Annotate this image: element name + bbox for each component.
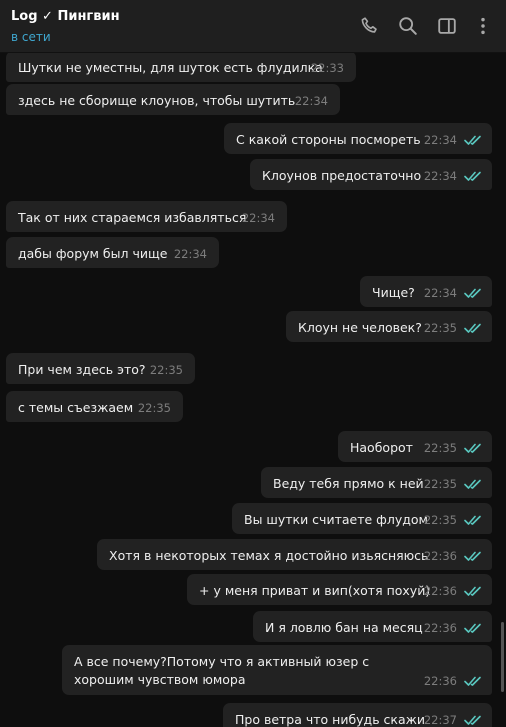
message-text: Так от них стараемся избавляться bbox=[18, 210, 247, 225]
message-bubble-out[interactable]: Клоунов предостаточно 22:34 bbox=[250, 159, 492, 190]
message-text: здесь не сборище клоунов, чтобы шутить bbox=[18, 93, 296, 108]
message-text: с темы съезжаем bbox=[18, 400, 134, 415]
message-time: 22:35 bbox=[423, 513, 457, 527]
message-text: Клоун не человек? bbox=[298, 320, 422, 335]
message-bubble-in[interactable]: дабы форум был чище 22:34 bbox=[6, 237, 219, 268]
message-time: 22:37 bbox=[423, 713, 457, 727]
message-bubble-out[interactable]: + у меня приват и вип(хотя похуй) 22:36 bbox=[187, 574, 492, 605]
message-time: 22:34 bbox=[423, 286, 457, 300]
phone-icon[interactable] bbox=[359, 15, 381, 37]
message-bubble-in[interactable]: При чем здесь это? 22:35 bbox=[6, 353, 195, 384]
message-bubble-out[interactable]: Чище? 22:34 bbox=[360, 276, 492, 307]
chat-title[interactable]: Log ✓ Пингвин bbox=[11, 9, 120, 24]
read-checkmarks-icon bbox=[464, 550, 482, 562]
message-time: 22:34 bbox=[241, 211, 275, 225]
message-time: 22:36 bbox=[423, 549, 457, 563]
read-checkmarks-icon bbox=[464, 675, 482, 687]
read-checkmarks-icon bbox=[464, 622, 482, 634]
read-checkmarks-icon bbox=[464, 514, 482, 526]
message-time: 22:36 bbox=[423, 674, 457, 688]
message-list[interactable]: Шутки не уместны, для шуток есть флудилк… bbox=[0, 53, 506, 727]
message-time: 22:33 bbox=[310, 61, 344, 75]
read-checkmarks-icon bbox=[464, 170, 482, 182]
read-checkmarks-icon bbox=[464, 322, 482, 334]
message-bubble-in[interactable]: здесь не сборище клоунов, чтобы шутить 22… bbox=[6, 84, 340, 115]
message-bubble-out[interactable]: С какой стороны посмореть 22:34 bbox=[224, 123, 492, 154]
message-text: При чем здесь это? bbox=[18, 362, 146, 377]
message-time: 22:35 bbox=[423, 321, 457, 335]
message-time: 22:35 bbox=[423, 477, 457, 491]
message-text: + у меня приват и вип(хотя похуй) bbox=[199, 583, 431, 598]
read-checkmarks-icon bbox=[464, 442, 482, 454]
message-text: дабы форум был чище bbox=[18, 246, 168, 261]
message-time: 22:35 bbox=[137, 401, 171, 415]
message-time: 22:34 bbox=[423, 133, 457, 147]
message-text: Шутки не уместны, для шуток есть флудилк… bbox=[18, 60, 323, 75]
scrollbar[interactable] bbox=[501, 622, 504, 692]
message-bubble-in[interactable]: с темы съезжаем 22:35 bbox=[6, 391, 183, 422]
message-text: Чище? bbox=[372, 285, 415, 300]
message-bubble-out[interactable]: И я ловлю бан на месяц 22:36 bbox=[253, 611, 492, 642]
message-time: 22:34 bbox=[173, 247, 207, 261]
message-text: Наоборот bbox=[350, 440, 413, 455]
read-checkmarks-icon bbox=[464, 134, 482, 146]
read-checkmarks-icon bbox=[464, 287, 482, 299]
message-bubble-out[interactable]: Про ветра что нибудь скажи 22:37 bbox=[223, 703, 492, 727]
search-icon[interactable] bbox=[397, 15, 419, 37]
message-bubble-out[interactable]: Хотя в некоторых темах я достойно изьясн… bbox=[97, 539, 492, 570]
message-text: И я ловлю бан на месяц bbox=[265, 620, 423, 635]
message-bubble-out[interactable]: А все почему?Потому что я активный юзер … bbox=[62, 645, 492, 695]
message-bubble-out[interactable]: Наоборот 22:35 bbox=[338, 431, 492, 462]
message-text: А все почему?Потому что я активный юзер … bbox=[74, 654, 370, 687]
read-checkmarks-icon bbox=[464, 478, 482, 490]
message-text: Веду тебя прямо к ней bbox=[273, 476, 424, 491]
message-bubble-in[interactable]: Шутки не уместны, для шуток есть флудилк… bbox=[6, 53, 356, 82]
message-text: Про ветра что нибудь скажи bbox=[235, 712, 426, 727]
message-text: Вы шутки считаете флудом bbox=[244, 512, 428, 527]
read-checkmarks-icon bbox=[464, 714, 482, 726]
message-bubble-out[interactable]: Веду тебя прямо к ней 22:35 bbox=[261, 467, 492, 498]
message-bubble-in[interactable]: Так от них стараемся избавляться 22:34 bbox=[6, 201, 287, 232]
message-bubble-out[interactable]: Клоун не человек? 22:35 bbox=[286, 311, 492, 342]
sidebar-toggle-icon[interactable] bbox=[436, 15, 458, 37]
online-status: в сети bbox=[11, 30, 51, 44]
chat-header: Log ✓ Пингвин в сети bbox=[0, 0, 506, 53]
message-time: 22:36 bbox=[423, 584, 457, 598]
message-bubble-out[interactable]: Вы шутки считаете флудом 22:35 bbox=[232, 503, 492, 534]
message-time: 22:36 bbox=[423, 621, 457, 635]
message-text: С какой стороны посмореть bbox=[236, 132, 421, 147]
message-time: 22:34 bbox=[294, 94, 328, 108]
read-checkmarks-icon bbox=[464, 585, 482, 597]
message-time: 22:34 bbox=[423, 169, 457, 183]
more-icon[interactable] bbox=[472, 15, 494, 37]
message-time: 22:35 bbox=[149, 363, 183, 377]
message-text: Клоунов предостаточно bbox=[262, 168, 422, 183]
message-time: 22:35 bbox=[423, 441, 457, 455]
message-text: Хотя в некоторых темах я достойно изьясн… bbox=[109, 548, 429, 563]
